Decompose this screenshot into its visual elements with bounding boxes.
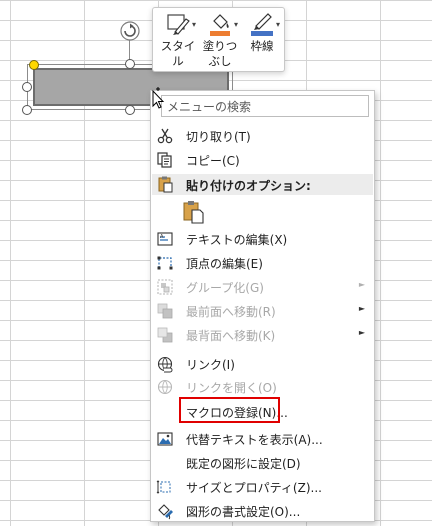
menu-item-group[interactable]: グループ化(G) ► <box>152 275 373 299</box>
submenu-arrow-icon: ► <box>358 304 365 313</box>
outline-button[interactable]: ▾ 枠線 <box>243 11 281 69</box>
menu-item-set-default-shape[interactable]: 既定の図形に設定(D) <box>152 451 373 475</box>
group-icon <box>157 279 173 295</box>
menu-item-link[interactable]: リンク(I) <box>152 352 373 376</box>
clipboard-icon <box>158 176 173 193</box>
menu-item-copy[interactable]: コピー(C) <box>152 148 373 172</box>
menu-item-format-shape[interactable]: 図形の書式設定(O)... <box>152 499 373 523</box>
send-back-icon <box>157 327 173 343</box>
bring-front-icon <box>157 303 173 319</box>
paste-keep-source-icon[interactable] <box>181 199 207 225</box>
context-menu: 切り取り(T) コピー(C) 貼り付けのオプション: A テキストの編集(X) <box>150 90 375 522</box>
edit-points-icon <box>157 256 173 270</box>
copy-icon <box>157 152 172 168</box>
fill-button[interactable]: ▾ 塗りつ ぶし <box>201 11 239 69</box>
menu-item-label: 最背面へ移動(K) <box>186 329 276 343</box>
paste-options-label: 貼り付けのオプション: <box>186 179 311 193</box>
fill-label-1: 塗りつ <box>202 39 238 53</box>
menu-item-open-link[interactable]: リンクを開く(O) <box>152 375 373 399</box>
menu-item-label: 代替テキストを表示(A)... <box>186 433 323 447</box>
menu-item-label: テキストの編集(X) <box>186 233 288 247</box>
size-properties-icon <box>156 480 171 494</box>
mouse-cursor-icon <box>152 87 165 109</box>
menu-item-label: グループ化(G) <box>186 281 264 295</box>
open-link-icon <box>157 379 173 395</box>
menu-item-label: リンク(I) <box>186 358 235 372</box>
resize-handle-bottom-mid[interactable] <box>125 105 135 115</box>
menu-item-label: 既定の図形に設定(D) <box>186 457 301 471</box>
resize-handle-bottom-left[interactable] <box>22 105 32 115</box>
link-icon <box>157 356 173 373</box>
menu-item-size-properties[interactable]: サイズとプロパティ(Z)... <box>152 475 373 499</box>
fill-label-2: ぶし <box>208 54 232 68</box>
highlight-box <box>179 397 280 423</box>
menu-item-label: 頂点の編集(E) <box>186 257 263 271</box>
style-label-1: スタイ <box>160 39 196 53</box>
pen-outline-icon: ▾ <box>248 11 280 37</box>
menu-item-label: サイズとプロパティ(Z)... <box>186 481 322 495</box>
submenu-arrow-icon: ► <box>358 280 365 289</box>
menu-item-label: 最前面へ移動(R) <box>186 305 276 319</box>
menu-search-box[interactable] <box>161 95 369 117</box>
resize-handle-left-mid[interactable] <box>22 82 32 92</box>
rotate-handle-icon[interactable] <box>119 20 141 42</box>
shape-style-icon: ▾ <box>164 11 196 37</box>
format-shape-icon <box>158 504 173 520</box>
adjust-handle[interactable] <box>29 60 39 70</box>
menu-item-edit-points[interactable]: 頂点の編集(E) <box>152 251 373 275</box>
svg-text:A: A <box>160 234 164 240</box>
menu-item-alt-text[interactable]: 代替テキストを表示(A)... <box>152 427 373 451</box>
menu-item-label: リンクを開く(O) <box>186 381 277 395</box>
menu-item-bring-front[interactable]: 最前面へ移動(R) ► <box>152 299 373 323</box>
menu-item-label: 図形の書式設定(O)... <box>186 505 301 519</box>
menu-search-input[interactable] <box>165 97 369 117</box>
edit-text-icon: A <box>157 232 173 246</box>
menu-item-edit-text[interactable]: A テキストの編集(X) <box>152 227 373 251</box>
menu-item-label: コピー(C) <box>186 154 240 168</box>
submenu-arrow-icon: ► <box>358 328 365 337</box>
menu-item-send-back[interactable]: 最背面へ移動(K) ► <box>152 323 373 347</box>
resize-handle-top-mid[interactable] <box>125 59 135 69</box>
paint-bucket-icon: ▾ <box>206 11 238 37</box>
paste-options-header: 貼り付けのオプション: <box>152 174 373 195</box>
style-label-2: ル <box>172 54 184 68</box>
menu-item-label: 切り取り(T) <box>186 130 251 144</box>
mini-toolbar: ▾ スタイ ル ▾ 塗りつ ぶし ▾ 枠線 <box>152 7 285 72</box>
alt-text-icon <box>157 432 173 446</box>
outline-label-1: 枠線 <box>250 39 274 53</box>
menu-item-cut[interactable]: 切り取り(T) <box>152 124 373 148</box>
scissors-icon <box>157 128 173 144</box>
shape-style-button[interactable]: ▾ スタイ ル <box>159 11 197 69</box>
